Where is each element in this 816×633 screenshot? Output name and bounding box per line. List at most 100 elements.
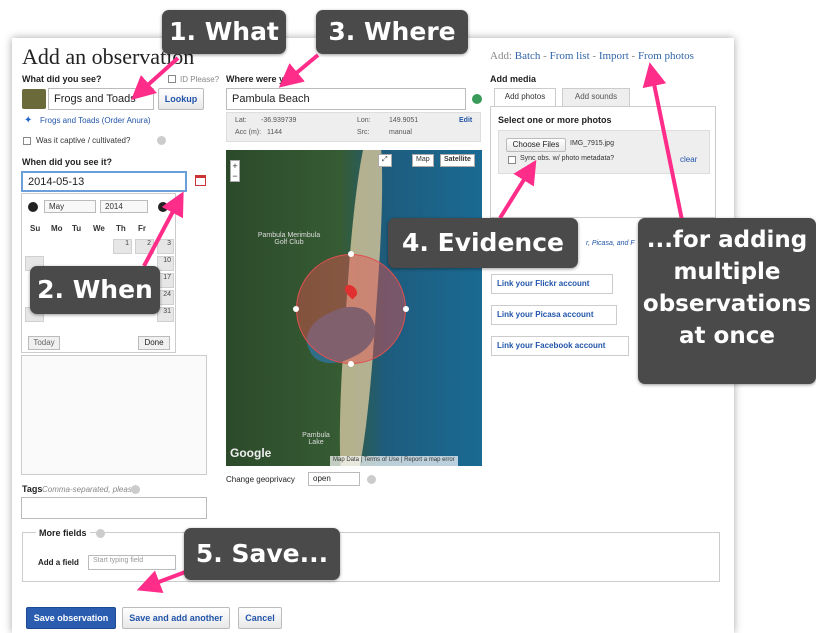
- today-button[interactable]: Today: [28, 336, 60, 350]
- dow-label: Fr: [138, 224, 146, 233]
- calendar-day[interactable]: 2: [135, 239, 154, 254]
- calendar-day[interactable]: 10: [157, 256, 174, 271]
- save-and-add-another-button[interactable]: Save and add another: [122, 607, 230, 629]
- tags-hint: Comma-separated, please: [42, 485, 137, 494]
- sync-metadata-checkbox[interactable]: [508, 156, 516, 164]
- next-month-icon[interactable]: [158, 202, 168, 212]
- import-link[interactable]: Import: [599, 50, 629, 62]
- src-value: manual: [389, 129, 412, 136]
- dow-label: Su: [30, 224, 41, 233]
- description-textarea[interactable]: [21, 355, 207, 475]
- year-select[interactable]: 2014: [100, 200, 148, 213]
- attribution-item[interactable]: Map Data: [333, 457, 359, 463]
- id-please-checkbox[interactable]: [168, 75, 176, 83]
- taxon-link[interactable]: Frogs and Toads (Order Anura): [40, 116, 151, 125]
- separator: -: [631, 50, 636, 62]
- add-batch-link[interactable]: Batch: [515, 50, 541, 62]
- calendar-day[interactable]: 1: [113, 239, 132, 254]
- coordinates-panel: Lat: -36.939739 Lon: 149.9051 Edit Acc (…: [226, 112, 481, 142]
- taxon-thumbnail: [22, 89, 46, 109]
- prev-month-icon[interactable]: [28, 202, 38, 212]
- callout-when: 2. When: [30, 266, 160, 314]
- acc-value: 1144: [267, 129, 283, 136]
- dow-label: Tu: [72, 224, 82, 233]
- link-picasa-button[interactable]: Link your Picasa account: [491, 305, 617, 325]
- file-upload-row: [498, 130, 710, 174]
- species-input[interactable]: Frogs and Toads: [48, 88, 154, 110]
- save-observation-button[interactable]: Save observation: [26, 607, 116, 629]
- map-label: Pambula Lake: [302, 432, 330, 446]
- edit-coords-link[interactable]: Edit: [459, 117, 472, 124]
- choose-files-button[interactable]: Choose Files: [506, 138, 566, 152]
- geoprivacy-select[interactable]: open: [308, 472, 360, 486]
- lon-label: Lon:: [357, 117, 371, 124]
- dow-label: Th: [116, 224, 126, 233]
- callout-batch-line: at once: [679, 323, 775, 349]
- map-type-map[interactable]: Map: [412, 154, 434, 167]
- bird-icon: ✦: [24, 115, 33, 126]
- lat-label: Lat:: [235, 117, 247, 124]
- sync-metadata-label: Sync obs. w/ photo metadata?: [520, 155, 615, 162]
- help-icon[interactable]: [157, 136, 166, 145]
- callout-save: 5. Save...: [184, 528, 340, 580]
- add-field-label: Add a field: [38, 558, 79, 567]
- globe-icon[interactable]: [472, 94, 482, 104]
- clear-link[interactable]: clear: [680, 155, 697, 164]
- add-from-photos-link[interactable]: From photos: [638, 50, 694, 62]
- acc-label: Acc (m):: [235, 129, 262, 136]
- attribution-item[interactable]: Report a map error: [404, 457, 455, 463]
- fullscreen-icon[interactable]: ⤢: [378, 154, 392, 167]
- add-links-prefix: Add:: [490, 50, 512, 62]
- place-input[interactable]: Pambula Beach: [226, 88, 466, 110]
- circle-handle[interactable]: [348, 251, 354, 257]
- separator: -: [543, 50, 547, 62]
- done-button[interactable]: Done: [138, 336, 170, 350]
- when-label: When did you see it?: [22, 157, 113, 167]
- selected-file-name: IMG_7915.jpg: [570, 140, 614, 147]
- circle-handle[interactable]: [293, 306, 299, 312]
- help-icon[interactable]: [367, 475, 376, 484]
- circle-handle[interactable]: [403, 306, 409, 312]
- lookup-button[interactable]: Lookup: [158, 88, 204, 110]
- separator: -: [592, 50, 597, 62]
- location-map[interactable]: + − ⤢ Map Satellite Pambula Merimbula Gol…: [226, 150, 482, 466]
- accuracy-circle[interactable]: [296, 254, 406, 364]
- lon-value: 149.9051: [389, 117, 419, 124]
- add-field-input[interactable]: Start typing field: [88, 555, 176, 570]
- calendar-day[interactable]: 3: [157, 239, 174, 254]
- id-please-label: ID Please?: [180, 75, 220, 84]
- map-label: Pambula Merimbula Golf Club: [257, 232, 321, 246]
- tab-add-sounds[interactable]: Add sounds: [562, 88, 630, 106]
- callout-batch: ...for adding multiple observations at o…: [638, 218, 816, 384]
- link-flickr-button[interactable]: Link your Flickr account: [491, 274, 613, 294]
- tags-input[interactable]: [21, 497, 207, 519]
- captive-checkbox[interactable]: [23, 137, 31, 145]
- map-type-satellite[interactable]: Satellite: [440, 154, 475, 167]
- callout-batch-line: multiple: [673, 259, 781, 285]
- dow-label: Mo: [51, 224, 63, 233]
- zoom-control[interactable]: + −: [230, 160, 240, 182]
- geoprivacy-label: Change geoprivacy: [226, 475, 295, 484]
- date-input[interactable]: 2014-05-13: [21, 171, 187, 192]
- lat-value: -36.939739: [261, 117, 297, 124]
- src-label: Src:: [357, 129, 370, 136]
- tab-add-photos[interactable]: Add photos: [494, 88, 556, 106]
- callout-batch-line: ...for adding: [646, 227, 808, 253]
- map-attribution: Map Data | Terms of Use | Report a map e…: [330, 456, 458, 466]
- callout-evidence: 4. Evidence: [388, 218, 578, 268]
- callout-what: 1. What: [162, 10, 286, 54]
- add-from-list-link[interactable]: From list: [550, 50, 590, 62]
- add-links: Add: Batch - From list - Import - From p…: [490, 50, 694, 62]
- google-logo: Google: [230, 446, 272, 460]
- what-label: What did you see?: [22, 74, 102, 84]
- link-facebook-button[interactable]: Link your Facebook account: [491, 336, 629, 356]
- calendar-icon[interactable]: [195, 175, 206, 186]
- cancel-button[interactable]: Cancel: [238, 607, 282, 629]
- select-photos-label: Select one or more photos: [498, 115, 612, 125]
- help-icon[interactable]: [131, 485, 140, 494]
- circle-handle[interactable]: [348, 361, 354, 367]
- month-select[interactable]: May: [44, 200, 96, 213]
- help-icon[interactable]: [96, 529, 105, 538]
- attribution-item[interactable]: Terms of Use: [364, 457, 399, 463]
- callout-where: 3. Where: [316, 10, 468, 54]
